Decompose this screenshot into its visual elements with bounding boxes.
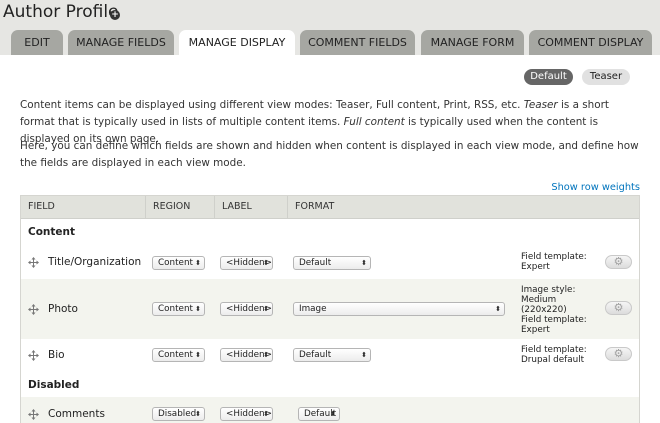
- select-value: Content: [158, 304, 193, 314]
- view-mode-default[interactable]: Default: [524, 69, 573, 85]
- updown-arrows-icon: ⬍: [330, 410, 336, 418]
- gear-icon: ⚙: [613, 301, 624, 314]
- field-name: Bio: [48, 349, 65, 361]
- label-select[interactable]: <Hidden> ⬍: [220, 302, 273, 316]
- label-select[interactable]: <Hidden> ⬍: [220, 348, 273, 362]
- description-full-content: Full content: [343, 116, 405, 128]
- table-row: Photo Content ⬍ <Hidden> ⬍ Image ⬍ Image st…: [21, 279, 639, 339]
- gear-icon: ⚙: [613, 255, 624, 268]
- field-settings-button[interactable]: ⚙: [605, 347, 632, 361]
- tab-comment-fields[interactable]: Comment fields: [300, 30, 415, 55]
- select-value: Image: [299, 304, 327, 314]
- region-title-content: Content: [28, 226, 76, 238]
- page-title: Author Profile: [3, 2, 119, 22]
- updown-arrows-icon: ⬍: [263, 351, 269, 359]
- formatter-summary: Field template: Expert: [521, 252, 587, 272]
- tab-manage-display[interactable]: Manage display: [179, 30, 295, 56]
- summary-line: Field template:: [521, 345, 587, 355]
- updown-arrows-icon: ⬍: [361, 259, 367, 267]
- description-paragraph-2: Here, you can define which fields are sh…: [20, 140, 639, 169]
- region-select[interactable]: Content ⬍: [152, 302, 205, 316]
- table-row: Bio Content ⬍ <Hidden> ⬍ Default ⬍ Field te…: [21, 339, 639, 373]
- tab-comment-display[interactable]: Comment display: [529, 30, 652, 55]
- region-title-disabled: Disabled: [28, 379, 80, 391]
- label-select[interactable]: <Hidden> ⬍: [220, 256, 273, 270]
- updown-arrows-icon: ⬍: [495, 305, 501, 313]
- view-mode-tabs: Default Teaser: [524, 69, 633, 85]
- column-header-format: Format: [295, 201, 335, 212]
- tab-manage-form[interactable]: Manage form: [421, 30, 524, 55]
- view-mode-teaser[interactable]: Teaser: [582, 69, 630, 85]
- format-select[interactable]: Image ⬍: [293, 302, 505, 316]
- move-arrows-icon[interactable]: [28, 257, 39, 268]
- select-value: Default: [299, 258, 332, 268]
- updown-arrows-icon: ⬍: [195, 351, 201, 359]
- formatter-summary: Image style: Medium (220x220) Field temp…: [521, 285, 587, 335]
- updown-arrows-icon: ⬍: [263, 305, 269, 313]
- table-header: Field Region Label Format: [21, 196, 639, 219]
- field-settings-button[interactable]: ⚙: [605, 301, 632, 315]
- gear-icon: ⚙: [613, 347, 624, 360]
- updown-arrows-icon: ⬍: [263, 410, 269, 418]
- column-header-region: Region: [153, 201, 191, 212]
- select-value: Disabled: [158, 409, 197, 419]
- tab-edit[interactable]: Edit: [11, 30, 63, 55]
- region-select[interactable]: Disabled ⬍: [152, 407, 205, 421]
- move-arrows-icon[interactable]: [28, 350, 39, 361]
- summary-line: Expert: [521, 262, 550, 272]
- column-header-label: Label: [222, 201, 252, 212]
- table-row: Title/Organization Content ⬍ <Hidden> ⬍ De…: [21, 245, 639, 279]
- summary-line: Medium: [521, 295, 557, 305]
- updown-arrows-icon: ⬍: [195, 410, 201, 418]
- table-row: Comments Disabled ⬍ <Hidden> ⬍ Default ⬍: [21, 397, 639, 423]
- summary-line: Drupal default: [521, 355, 585, 365]
- show-row-weights-link[interactable]: Show row weights: [551, 182, 640, 193]
- select-value: Default: [299, 350, 332, 360]
- formatter-summary: Field template: Drupal default: [521, 345, 587, 365]
- format-select[interactable]: Default ⬍: [293, 348, 371, 362]
- field-display-table: Field Region Label Format Content Title/…: [20, 195, 640, 423]
- region-select[interactable]: Content ⬍: [152, 256, 205, 270]
- select-value: Content: [158, 258, 193, 268]
- tab-manage-fields[interactable]: Manage fields: [68, 30, 174, 55]
- updown-arrows-icon: ⬍: [195, 259, 201, 267]
- format-select[interactable]: Default ⬍: [293, 256, 371, 270]
- select-value: Content: [158, 350, 193, 360]
- move-arrows-icon[interactable]: [28, 304, 39, 315]
- field-name: Title/Organization: [48, 256, 142, 268]
- page-header: Author Profile + Edit Manage fields Mana…: [0, 0, 660, 56]
- label-select[interactable]: <Hidden> ⬍: [220, 407, 273, 421]
- summary-line: Field template:: [521, 252, 587, 262]
- region-select[interactable]: Content ⬍: [152, 348, 205, 362]
- primary-tabs: Edit Manage fields Manage display Commen…: [0, 30, 660, 56]
- field-name: Comments: [48, 408, 105, 420]
- description-text: Content items can be displayed using dif…: [20, 99, 524, 111]
- field-settings-button[interactable]: ⚙: [605, 255, 632, 269]
- format-select[interactable]: Default ⬍: [298, 407, 340, 421]
- summary-line: Expert: [521, 325, 550, 335]
- move-arrows-icon[interactable]: [28, 409, 39, 420]
- field-name: Photo: [48, 303, 78, 315]
- summary-line: (220x220): [521, 305, 567, 315]
- column-header-field: Field: [28, 201, 55, 212]
- summary-line: Field template:: [521, 315, 587, 325]
- updown-arrows-icon: ⬍: [195, 305, 201, 313]
- plus-circle-icon[interactable]: +: [110, 10, 120, 20]
- summary-line: Image style:: [521, 285, 576, 295]
- updown-arrows-icon: ⬍: [263, 259, 269, 267]
- description-teaser: Teaser: [523, 99, 558, 111]
- updown-arrows-icon: ⬍: [361, 351, 367, 359]
